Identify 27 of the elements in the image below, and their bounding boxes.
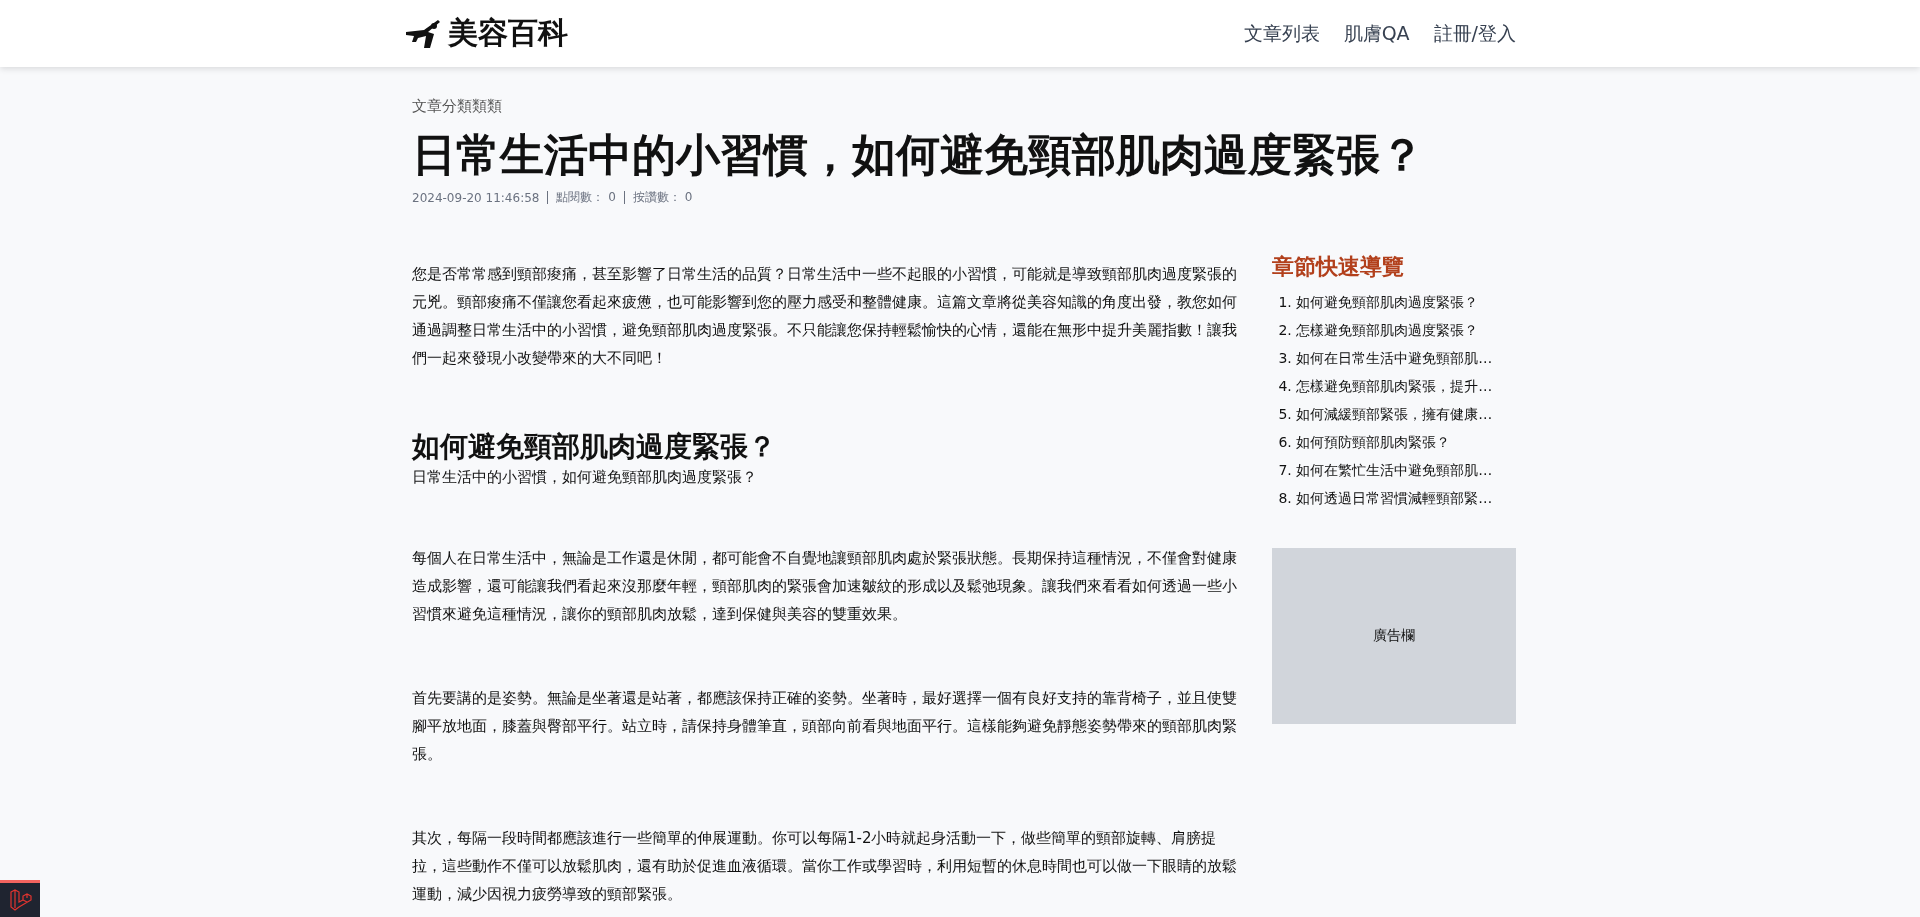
site-logo-text[interactable]: 美容百科 — [448, 13, 568, 54]
section-subtitle: 日常生活中的小習慣，如何避免頸部肌肉過度緊張？ — [412, 467, 758, 488]
article-paragraph: 首先要講的是姿勢。無論是坐著還是站著，都應該保持正確的姿勢。坐著時，最好選擇一個有良好支持的靠背椅子，並且使雙腳平放地面，膝蓋與臀部平行。站立時，請保持身體筆直，頭部向前看與地面平行。這樣能夠避免靜態姿勢帶來的頸部肌肉緊張。 — [412, 688, 1238, 765]
article-meta: 點閱數： 0 — [556, 189, 616, 206]
toc-link[interactable]: 6. 如何預防頸部肌肉緊張？ — [1278, 428, 1516, 456]
section-heading: 如何避免頸部肌肉過度緊張？ — [412, 429, 777, 465]
toc-link[interactable]: 3. 如何在日常生活中避免頸部肌… — [1278, 344, 1516, 372]
toc-link[interactable]: 8. 如何透過日常習慣減輕頸部緊… — [1278, 484, 1516, 512]
article-paragraph: 每個人在日常生活中，無論是工作還是休閒，都可能會不自覺地讓頸部肌肉處於緊張狀態。長期保持這種情況，不僅會對健康造成影響，還可能讓我們看起來沒那麼年輕，頸部肌肉的緊張會加速皺紋的形成以及鬆弛現象。讓我們來看看如何透過一些小習慣來避免這種情況，讓你的頸部肌肉放鬆，達到保健與美容的雙重效果。 — [412, 548, 1238, 625]
toc-heading: 章節快速導覽 — [1272, 253, 1406, 281]
debug-bar-button[interactable] — [0, 880, 40, 917]
nav-link[interactable]: 註冊/登入 — [1433, 20, 1516, 47]
category-label[interactable]: 文章分類類類 — [412, 97, 1516, 116]
nav-link[interactable]: 肌膚QA — [1343, 20, 1410, 47]
article-paragraph: 其次，每隔一段時間都應該進行一些簡單的伸展運動。你可以每隔1-2小時就起身活動一下，做些簡單的頸部旋轉、肩膀提拉，這些動作不僅可以放鬆肌肉，還有助於促進血液循環。當你工作或學習時，利用短暫的休息時間也可以做一下眼睛的放鬆運動，減少因視力疲勞導致的頸部緊張。 — [412, 828, 1238, 905]
cube-icon — [8, 889, 32, 911]
toc-link[interactable]: 1. 如何避免頸部肌肉過度緊張？ — [1278, 288, 1516, 316]
toc-link[interactable]: 2. 怎樣避免頸部肌肉過度緊張？ — [1278, 316, 1516, 344]
article-title: 日常生活中的小習慣，如何避免頸部肌肉過度緊張？ — [412, 128, 1425, 182]
toc-link[interactable]: 7. 如何在繁忙生活中避免頸部肌… — [1278, 456, 1516, 484]
ad-label: 廣告欄 — [1373, 627, 1416, 645]
nav-link[interactable]: 文章列表 — [1243, 20, 1320, 47]
toc-link[interactable]: 5. 如何減緩頸部緊張，擁有健康… — [1278, 400, 1516, 428]
article-paragraph: 您是否常常感到頸部痠痛，甚至影響了日常生活的品質？日常生活中一些不起眼的小習慣，可能就是導致頸部肌肉過度緊張的元兇。頸部痠痛不僅讓您看起來疲憊，也可能影響到您的壓力感受和整體健康。這篇文章將從美容知識的角度出發，教您如何通過調整日常生活中的小習慣，避免頸部肌肉過度緊張。不只能讓您保持輕鬆愉快的心情，還能在無形中提升美麗指數！讓我們一起來發現小改變帶來的大不同吧！ — [412, 264, 1238, 369]
toc-link[interactable]: 4. 怎樣避免頸部肌肉緊張，提升… — [1278, 372, 1516, 400]
article-meta: 2024-09-20 11:46:58 — [412, 190, 540, 205]
article-meta: 按讚數： 0 — [632, 189, 693, 206]
